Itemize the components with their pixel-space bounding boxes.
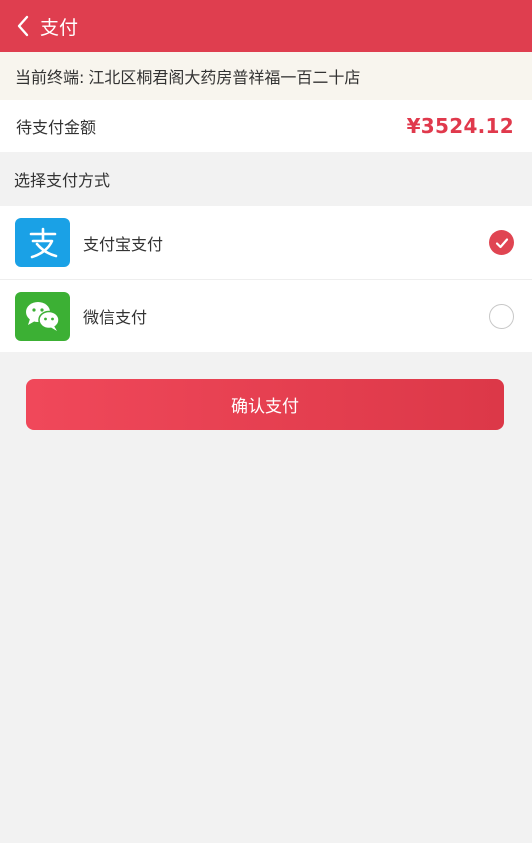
- payment-method-heading: 选择支付方式: [14, 171, 111, 190]
- terminal-bar: 当前终端: 江北区桐君阁大药房普祥福一百二十店: [0, 52, 532, 100]
- payment-option-label: 微信支付: [83, 308, 148, 327]
- wechat-icon: [15, 291, 70, 341]
- payment-options: 支付宝支付 微信支付: [0, 206, 532, 352]
- radio-unchecked-icon[interactable]: [489, 303, 514, 329]
- back-button[interactable]: [12, 12, 34, 40]
- payment-option-alipay[interactable]: 支付宝支付: [0, 206, 532, 279]
- chevron-left-icon: [17, 15, 29, 37]
- page-title: 支付: [40, 16, 79, 39]
- payment-option-wechat[interactable]: 微信支付: [0, 279, 532, 352]
- amount-value: ¥3524.12: [406, 114, 514, 138]
- payment-option-label: 支付宝支付: [83, 234, 164, 254]
- alipay-icon: [15, 218, 70, 267]
- amount-row: 待支付金额 ¥3524.12: [0, 100, 532, 152]
- terminal-label: 当前终端:: [15, 68, 85, 87]
- terminal-name: 江北区桐君阁大药房普祥福一百二十店: [88, 68, 361, 87]
- amount-label: 待支付金额: [16, 118, 97, 137]
- confirm-pay-button[interactable]: 确认支付: [26, 379, 504, 430]
- radio-checked-icon[interactable]: [489, 230, 514, 255]
- header-bar: 支付: [0, 0, 532, 52]
